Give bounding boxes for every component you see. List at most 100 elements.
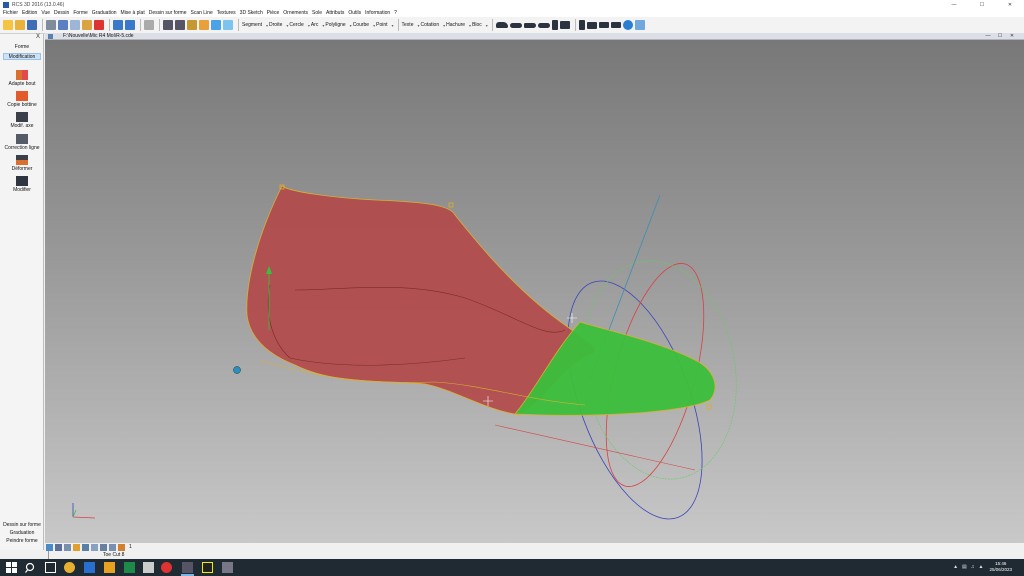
tool-deformer[interactable]: Déformer: [0, 155, 44, 172]
menu-dessin[interactable]: Dessin: [54, 10, 69, 16]
menu-piece[interactable]: Pièce: [267, 10, 280, 16]
opera-icon[interactable]: [161, 562, 172, 573]
tab-forme[interactable]: Forme: [3, 44, 41, 51]
crosshair-marker[interactable]: [567, 313, 577, 323]
shoe-view-front-icon[interactable]: [586, 21, 597, 29]
menu-sole[interactable]: Sole: [312, 10, 322, 16]
redo-icon[interactable]: [125, 20, 135, 30]
file-explorer-icon[interactable]: [104, 562, 115, 573]
dropdown-arrow-icon[interactable]: ▾: [417, 23, 419, 28]
tool-hachure[interactable]: Hachure: [446, 22, 465, 28]
layer-icon[interactable]: [46, 543, 53, 551]
snap-near-icon[interactable]: [187, 20, 197, 30]
layer-grid-icon[interactable]: [64, 543, 71, 551]
search-icon[interactable]: [25, 562, 36, 573]
doc-maximize-button[interactable]: ☐: [994, 33, 1006, 40]
copy-icon[interactable]: [70, 20, 80, 30]
clock[interactable]: 15:46 25/06/2023: [989, 561, 1012, 573]
control-point[interactable]: [448, 202, 454, 208]
app-icon[interactable]: [143, 562, 154, 573]
shoe-view-side-icon[interactable]: [495, 22, 508, 28]
tool-cercle[interactable]: Cercle: [289, 22, 303, 28]
tab-graduation[interactable]: Graduation: [0, 530, 44, 536]
shoe-view-top-icon[interactable]: [523, 22, 536, 28]
tool-modifier[interactable]: Modifier: [0, 176, 44, 193]
tool-copie-bottine[interactable]: Copie bottine: [0, 91, 44, 108]
doc-minimize-button[interactable]: —: [982, 33, 994, 40]
menu-ornements[interactable]: Ornements: [283, 10, 308, 16]
tool-courbe[interactable]: Courbe: [353, 22, 369, 28]
dropdown-arrow-icon[interactable]: ▾: [469, 23, 471, 28]
chrome-icon[interactable]: [64, 562, 75, 573]
3d-viewport[interactable]: [45, 40, 1024, 542]
new-file-icon[interactable]: [3, 20, 13, 30]
tool-segment[interactable]: Segment: [242, 22, 262, 28]
network-icon[interactable]: ▤: [962, 564, 967, 570]
wifi-icon[interactable]: ▲: [979, 564, 984, 570]
maximize-button[interactable]: ☐: [968, 0, 996, 9]
dropdown-arrow-icon[interactable]: ▾: [308, 23, 310, 28]
tool-point[interactable]: Point: [376, 22, 387, 28]
word-icon[interactable]: [84, 562, 95, 573]
layer-lock-icon[interactable]: [109, 543, 116, 551]
panel-close-button[interactable]: X: [36, 34, 40, 40]
tab-dessin-sur-forme[interactable]: Dessin sur forme: [0, 522, 44, 528]
windows-start-icon[interactable]: [6, 562, 17, 573]
print-icon[interactable]: [46, 20, 56, 30]
tray-up-icon[interactable]: ▲: [953, 564, 958, 570]
grid-icon[interactable]: [144, 20, 154, 30]
refresh-icon[interactable]: [622, 20, 633, 30]
dropdown-arrow-icon[interactable]: ▾: [286, 23, 288, 28]
shoe-view-sole-icon[interactable]: [509, 22, 522, 28]
minimize-button[interactable]: —: [940, 0, 968, 9]
shoe-view-iso-icon[interactable]: [610, 22, 621, 28]
rcs-app-icon[interactable]: [182, 562, 193, 573]
menu-information[interactable]: Information: [365, 10, 390, 16]
cut-icon[interactable]: [58, 20, 68, 30]
tool-polyligne[interactable]: Polyligne: [325, 22, 345, 28]
menu-edition[interactable]: Edition: [22, 10, 37, 16]
terminal-icon[interactable]: [202, 562, 213, 573]
tool-cotation[interactable]: Cotation: [421, 22, 440, 28]
doc-close-button[interactable]: ✕: [1006, 33, 1018, 40]
excel-icon[interactable]: [124, 562, 135, 573]
shoe-view-back-icon[interactable]: [559, 21, 570, 29]
dropdown-arrow-icon[interactable]: ▾: [266, 23, 268, 28]
shoe-view-heel-icon[interactable]: [551, 20, 558, 30]
layer-paint-icon[interactable]: [73, 543, 80, 551]
menu-outils[interactable]: Outils: [348, 10, 361, 16]
volume-icon[interactable]: ♫: [971, 564, 975, 570]
tool-arc[interactable]: Arc: [311, 22, 319, 28]
tool-bloc[interactable]: Bloc: [472, 22, 482, 28]
control-point[interactable]: [706, 404, 712, 410]
layer-copy-icon[interactable]: [91, 543, 98, 551]
snap-center-icon[interactable]: [199, 20, 209, 30]
snap-end-icon[interactable]: [163, 20, 173, 30]
close-button[interactable]: ✕: [996, 0, 1024, 9]
layer-stack-icon[interactable]: [100, 543, 107, 551]
menu-scan-line[interactable]: Scan Line: [191, 10, 213, 16]
task-view-icon[interactable]: [45, 562, 56, 573]
paste-icon[interactable]: [82, 20, 92, 30]
menu-help[interactable]: ?: [394, 10, 397, 16]
shoe-last-model[interactable]: [45, 40, 1024, 542]
tool-correction-ligne[interactable]: Correction ligne: [0, 134, 44, 151]
tool-adapte-bout[interactable]: Adapte bout: [0, 70, 44, 87]
menu-attributs[interactable]: Attributs: [326, 10, 344, 16]
dropdown-arrow-icon[interactable]: ▾: [392, 23, 394, 28]
dropdown-arrow-icon[interactable]: ▾: [373, 23, 375, 28]
shoe-view-angle-icon[interactable]: [598, 22, 609, 28]
tab-peindre-forme[interactable]: Peindre forme: [0, 538, 44, 544]
snap-mid-icon[interactable]: [175, 20, 185, 30]
tool-texte[interactable]: Texte: [402, 22, 414, 28]
menu-forme[interactable]: Forme: [73, 10, 87, 16]
tool-droite[interactable]: Droite: [269, 22, 282, 28]
ortho-icon[interactable]: [223, 20, 233, 30]
undo-icon[interactable]: [113, 20, 123, 30]
save-icon[interactable]: [27, 20, 37, 30]
menu-mise-a-plat[interactable]: Mise à plat: [121, 10, 145, 16]
dropdown-arrow-icon[interactable]: ▾: [486, 23, 488, 28]
pivot-icon[interactable]: [233, 366, 241, 374]
layer-save-icon[interactable]: [55, 543, 62, 551]
menu-3d-sketch[interactable]: 3D Sketch: [240, 10, 263, 16]
